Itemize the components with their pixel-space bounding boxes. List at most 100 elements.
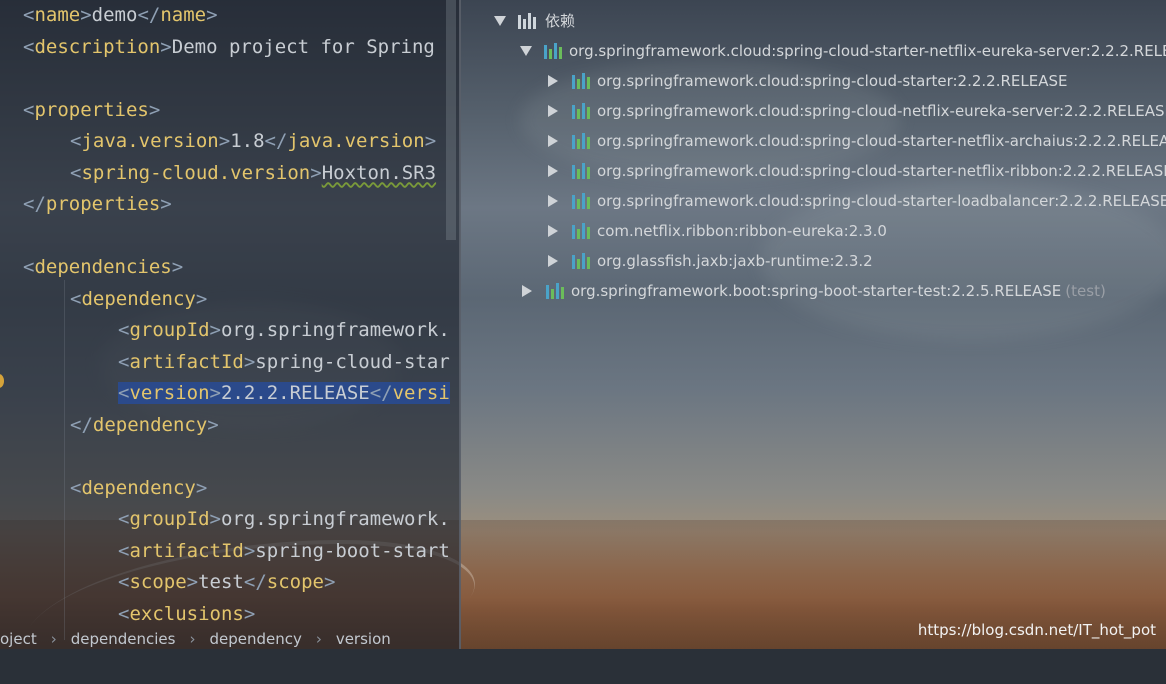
dependency-node[interactable]: org.springframework.cloud:spring-cloud-s… <box>546 186 1166 216</box>
xml-tag-name: scope <box>129 571 187 593</box>
tag-bracket: </ <box>369 382 393 404</box>
xml-tag-name: versi <box>392 382 450 404</box>
library-icon <box>572 223 590 239</box>
chevron-right-icon: › <box>315 630 322 648</box>
tag-bracket: </ <box>243 571 267 593</box>
xml-tag-name: version <box>129 382 210 404</box>
chevron-right-icon[interactable] <box>548 255 558 267</box>
xml-tag-name: name <box>160 4 207 26</box>
code-line[interactable] <box>0 63 460 95</box>
tag-bracket: </ <box>264 130 288 152</box>
xml-value: 2.2.2.RELEASE <box>220 382 370 404</box>
dependency-tree[interactable]: 依赖 org.springframework.cloud:spring-clou… <box>470 0 1166 330</box>
code-line[interactable]: <exclusions> <box>0 599 460 631</box>
breadcrumb-item[interactable]: oject <box>0 630 47 648</box>
code-area[interactable]: <name>demo</name> <description>Demo proje… <box>0 0 460 630</box>
chevron-right-icon[interactable] <box>548 165 558 177</box>
xml-value: spring-cloud-star <box>255 350 450 373</box>
code-line[interactable]: <properties> <box>0 95 460 127</box>
code-line[interactable]: <artifactId>spring-boot-start <box>0 536 460 568</box>
dependency-label: org.springframework.cloud:spring-cloud-s… <box>597 132 1166 150</box>
code-line[interactable]: <name>demo</name> <box>0 0 460 32</box>
chevron-right-icon[interactable] <box>548 195 558 207</box>
code-line[interactable]: </properties> <box>0 189 460 221</box>
chevron-right-icon: › <box>50 630 57 648</box>
tag-bracket: < <box>70 130 82 152</box>
code-line[interactable]: </dependency> <box>0 410 460 442</box>
chevron-right-icon[interactable] <box>548 105 558 117</box>
tag-bracket: < <box>70 476 82 499</box>
chevron-right-icon[interactable] <box>522 285 532 297</box>
code-line[interactable]: <artifactId>spring-cloud-star <box>0 347 460 379</box>
dependency-label: org.springframework.cloud:spring-cloud-s… <box>597 192 1166 210</box>
pane-divider[interactable] <box>459 0 461 649</box>
tag-bracket: </ <box>70 413 93 436</box>
code-line[interactable]: <version>2.2.2.RELEASE</versi <box>0 378 460 410</box>
tag-bracket: > <box>209 382 221 404</box>
dependency-node[interactable]: org.springframework.cloud:spring-cloud-n… <box>546 96 1166 126</box>
xml-tag-name: exclusions <box>129 602 244 625</box>
tag-bracket: < <box>23 4 35 26</box>
library-icon <box>546 283 564 299</box>
library-icon <box>544 43 562 59</box>
library-icon <box>572 163 590 179</box>
code-line[interactable] <box>0 221 460 253</box>
tree-root[interactable]: 依赖 <box>494 6 575 36</box>
tag-bracket: > <box>243 350 256 373</box>
chevron-right-icon[interactable] <box>548 75 558 87</box>
xml-value: demo <box>91 4 138 26</box>
tag-bracket: < <box>70 287 82 310</box>
tag-bracket: > <box>323 571 336 593</box>
code-editor-pane[interactable]: <name>demo</name> <description>Demo proje… <box>0 0 460 649</box>
dependency-label: com.netflix.ribbon:ribbon-eureka:2.3.0 <box>597 222 887 240</box>
breadcrumb-item[interactable]: dependency <box>209 630 311 648</box>
xml-tag-name: groupId <box>129 319 210 341</box>
tag-bracket: > <box>218 130 231 152</box>
library-icon <box>572 133 590 149</box>
dependency-node[interactable]: org.springframework.cloud:spring-cloud-s… <box>546 66 1068 96</box>
dependency-label: org.springframework.cloud:spring-cloud-s… <box>569 42 1166 60</box>
dependency-node[interactable]: org.glassfish.jaxb:jaxb-runtime:2.3.2 <box>546 246 873 276</box>
chevron-down-icon[interactable] <box>494 16 506 26</box>
tag-bracket: < <box>70 161 82 184</box>
breadcrumb-item[interactable]: version <box>336 630 401 648</box>
dependency-node[interactable]: org.springframework.cloud:spring-cloud-s… <box>520 36 1166 66</box>
code-line[interactable]: <groupId>org.springframework. <box>0 315 460 347</box>
tag-bracket: > <box>243 602 256 625</box>
code-line[interactable]: <dependencies> <box>0 252 460 284</box>
code-line[interactable]: <description>Demo project for Spring <box>0 32 460 64</box>
library-icon <box>572 253 590 269</box>
tag-bracket: > <box>206 4 218 26</box>
code-line[interactable]: <java.version>1.8</java.version> <box>0 126 460 158</box>
tag-bracket: > <box>424 130 437 152</box>
code-line[interactable]: <spring-cloud.version>Hoxton.SR3 <box>0 158 460 190</box>
code-line[interactable]: <groupId>org.springframework. <box>0 504 460 536</box>
dependency-label: org.glassfish.jaxb:jaxb-runtime:2.3.2 <box>597 252 873 270</box>
code-line[interactable] <box>0 441 460 473</box>
code-line[interactable]: <scope>test</scope> <box>0 567 460 599</box>
code-line[interactable]: <dependency> <box>0 473 460 505</box>
scope-tag: (test) <box>1065 282 1106 300</box>
xml-tag-name: java.version <box>81 130 219 152</box>
xml-tag-name: artifactId <box>129 350 244 373</box>
xml-value: Hoxton.SR3 <box>321 161 437 184</box>
chevron-right-icon[interactable] <box>548 135 558 147</box>
editor-scrollbar-thumb[interactable] <box>446 0 456 240</box>
dependency-node[interactable]: org.springframework.cloud:spring-cloud-s… <box>546 126 1166 156</box>
chevron-right-icon[interactable] <box>548 225 558 237</box>
code-line[interactable]: <dependency> <box>0 284 460 316</box>
tag-bracket: < <box>23 35 35 58</box>
breadcrumb-item[interactable]: dependencies <box>71 630 186 648</box>
xml-tag-name: spring-cloud.version <box>81 161 311 184</box>
library-icon <box>572 103 590 119</box>
xml-tag-name: description <box>34 35 161 58</box>
tag-bracket: > <box>160 35 172 58</box>
watermark: https://blog.csdn.net/IT_hot_pot <box>917 621 1156 639</box>
xml-value: 1.8 <box>230 130 265 152</box>
chevron-down-icon[interactable] <box>520 46 532 56</box>
dependency-node[interactable]: com.netflix.ribbon:ribbon-eureka:2.3.0 <box>546 216 887 246</box>
tag-bracket: > <box>209 319 221 341</box>
dependency-node[interactable]: org.springframework.cloud:spring-cloud-s… <box>546 156 1166 186</box>
tag-bracket: < <box>118 602 130 625</box>
dependency-node[interactable]: org.springframework.boot:spring-boot-sta… <box>520 276 1106 306</box>
